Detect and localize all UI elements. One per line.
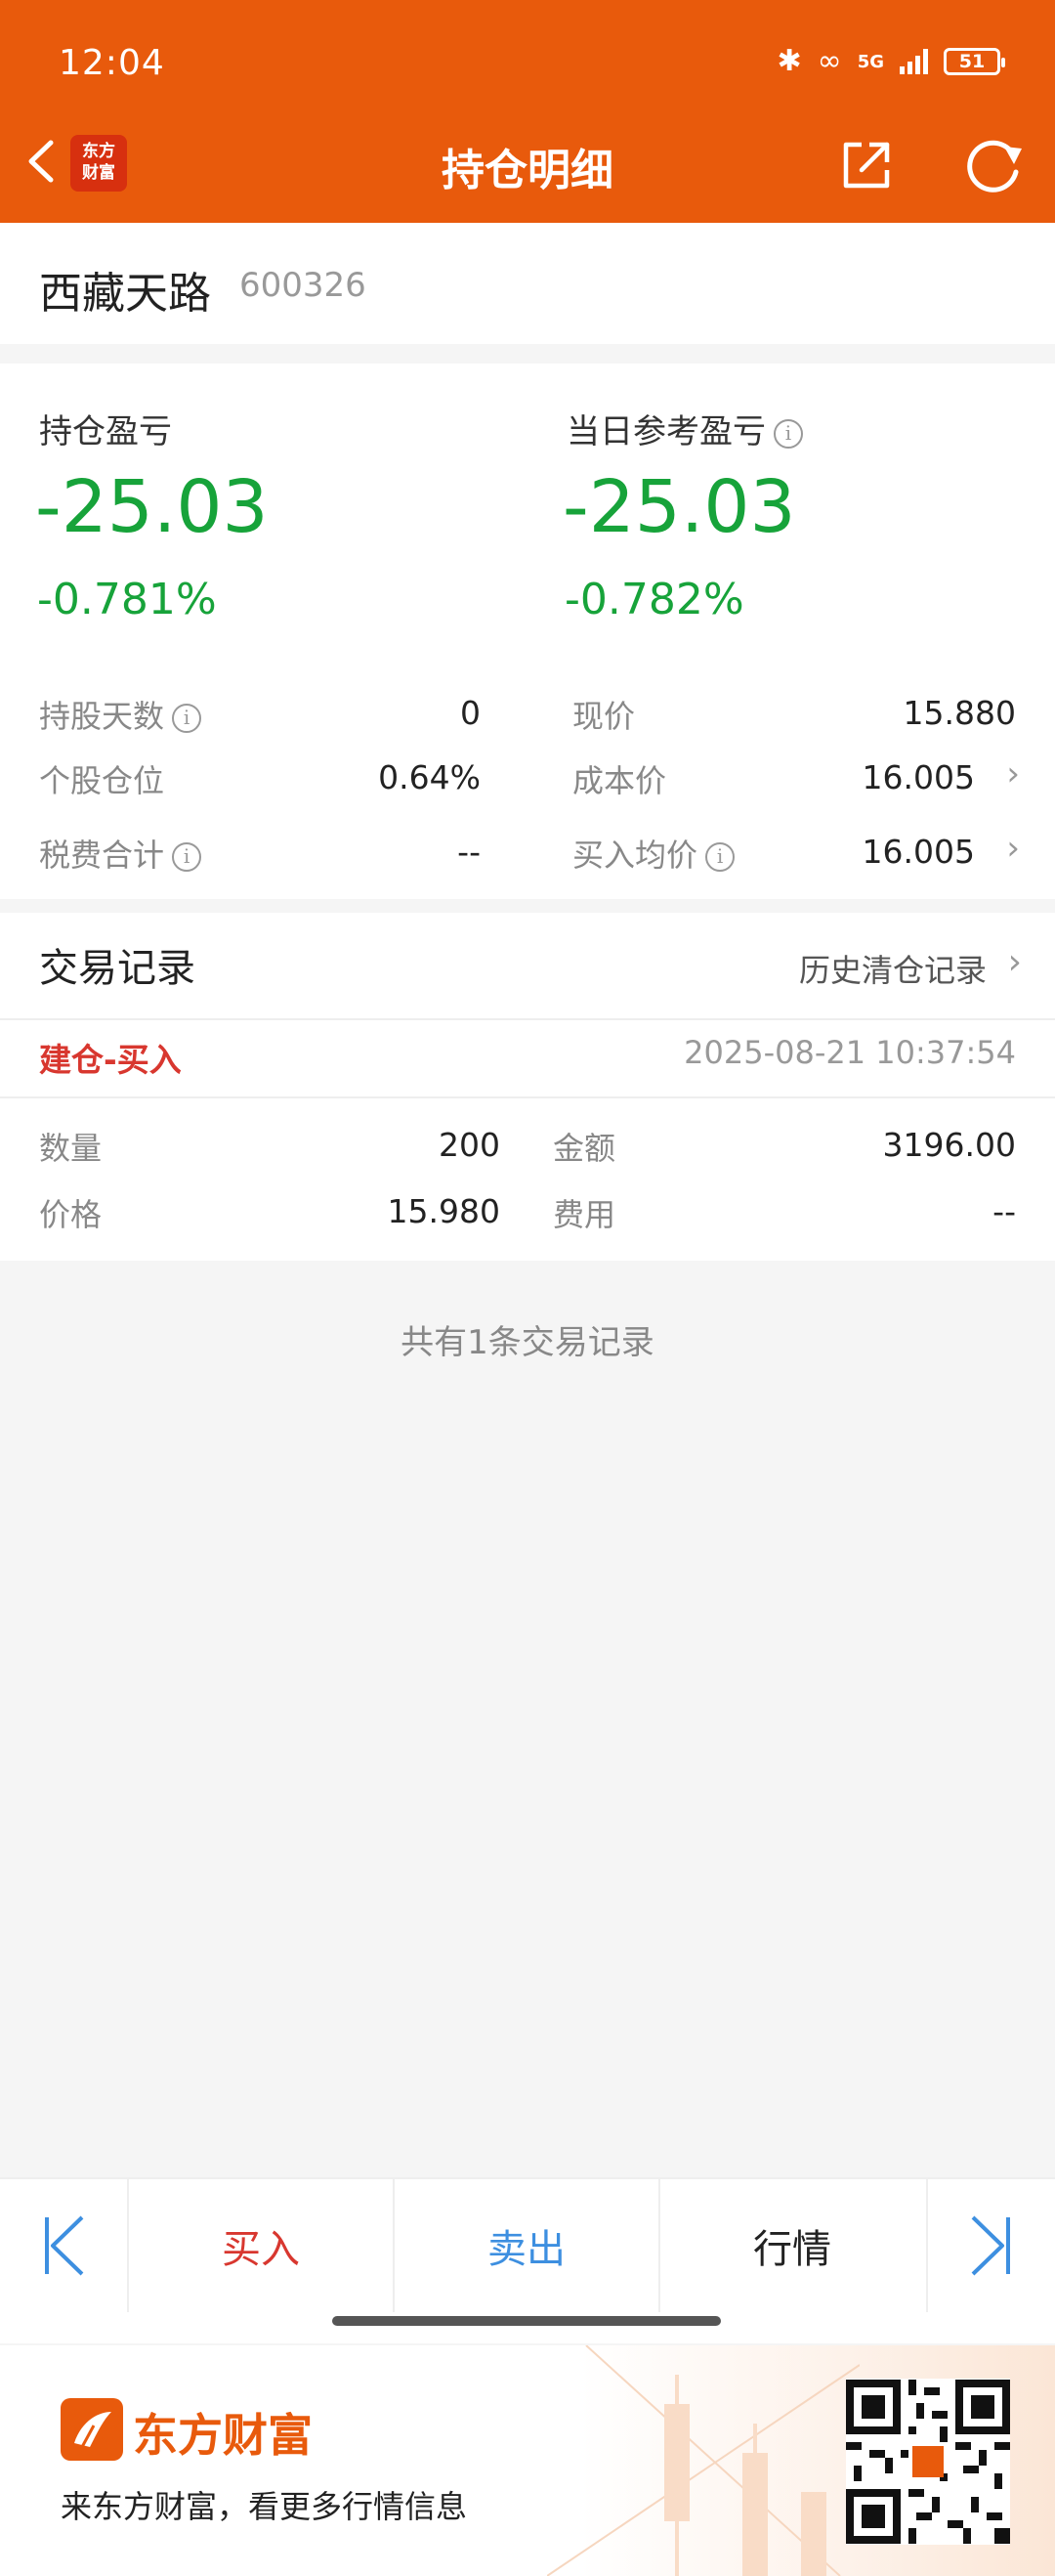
status-time: 12:04 [59, 43, 165, 83]
promo-banner[interactable]: 东方财富 来东方财富，看更多行情信息 [0, 2345, 1055, 2576]
cost-price-value[interactable]: 16.005 [863, 758, 975, 796]
pnl-card: 持仓盈亏 -25.03 -0.781% 当日参考盈亏 i -25.03 -0.78… [0, 364, 1055, 899]
daily-pnl-percent: -0.782% [565, 575, 744, 624]
current-price-value: 15.880 [903, 694, 1016, 732]
link-icon: ∞ [817, 44, 842, 78]
avg-buy-price-label: 买入均价 [572, 837, 698, 874]
ad-brand-name: 东方财富 [133, 2409, 313, 2462]
info-icon[interactable]: i [774, 418, 803, 449]
trade-amount-value: 3196.00 [882, 1126, 1016, 1164]
page-title: 持仓明细 [442, 146, 613, 195]
holding-pnl-value: -25.03 [35, 465, 269, 549]
cost-price-label: 成本价 [572, 762, 667, 799]
top-app-bar: 12:04 ✱ ∞ 5G 51 东方 财富 持仓明细 [0, 0, 1055, 223]
qr-code-icon [846, 2379, 1010, 2545]
position-ratio-label: 个股仓位 [39, 762, 165, 799]
trade-amount-label: 金额 [553, 1130, 616, 1167]
skip-last-icon [971, 2215, 1010, 2276]
daily-pnl-label: 当日参考盈亏 [567, 412, 766, 451]
holding-days-label: 持股天数 [39, 698, 165, 735]
holding-days-value: 0 [460, 694, 481, 732]
trade-time: 2025-08-21 10:37:54 [684, 1034, 1016, 1071]
current-price-label: 现价 [572, 698, 636, 735]
refresh-icon[interactable] [965, 137, 1026, 193]
history-clear-link[interactable]: 历史清仓记录 [799, 946, 987, 991]
info-icon[interactable]: i [172, 704, 202, 733]
status-icons: ✱ ∞ 5G 51 [777, 44, 1005, 78]
ad-slogan: 来东方财富，看更多行情信息 [61, 2488, 468, 2525]
avg-buy-price-value[interactable]: 16.005 [863, 833, 975, 871]
holding-pnl-label: 持仓盈亏 [39, 412, 172, 451]
trade-count-summary: 共有1条交易记录 [401, 1323, 654, 1362]
tax-total-label-wrap: 税费合计 i [39, 831, 202, 876]
stock-header: 西藏天路 600326 [0, 223, 1055, 344]
share-icon[interactable] [838, 137, 895, 193]
chevron-right-icon[interactable]: › [1006, 754, 1020, 794]
trade-price-label: 价格 [39, 1196, 103, 1233]
bluetooth-icon: ✱ [777, 44, 802, 78]
home-indicator[interactable] [332, 2316, 721, 2326]
quote-button[interactable]: 行情 [660, 2179, 924, 2312]
tax-total-label: 税费合计 [39, 837, 165, 874]
trade-qty-value: 200 [439, 1126, 500, 1164]
trade-type: 建仓-买入 [39, 1041, 182, 1079]
first-stock-button[interactable] [0, 2179, 127, 2312]
trade-qty-label: 数量 [39, 1130, 103, 1167]
stock-code: 600326 [239, 266, 366, 305]
holding-pnl-percent: -0.781% [37, 575, 217, 624]
info-icon[interactable]: i [705, 842, 736, 872]
tax-total-value: -- [457, 833, 481, 871]
position-ratio-value: 0.64% [378, 758, 481, 796]
trade-records-title: 交易记录 [39, 946, 195, 991]
avg-buy-price-label-wrap: 买入均价 i [572, 831, 736, 876]
trade-fee-value: -- [992, 1192, 1016, 1230]
holding-days-label-wrap: 持股天数 i [39, 692, 202, 737]
network-label: 5G [857, 51, 884, 72]
skip-first-icon [45, 2215, 84, 2276]
sell-button[interactable]: 卖出 [395, 2179, 658, 2312]
trade-records-card: 交易记录 历史清仓记录 › 建仓-买入 2025-08-21 10:37:54 … [0, 913, 1055, 1261]
trade-price-value: 15.980 [387, 1192, 500, 1230]
candlestick-decor [547, 2345, 860, 2576]
signal-icon [900, 49, 928, 74]
info-icon[interactable]: i [172, 842, 202, 872]
eastmoney-logo [61, 2398, 123, 2461]
divider [0, 1018, 1055, 1020]
chevron-right-icon[interactable]: › [1006, 829, 1020, 868]
last-stock-button[interactable] [928, 2179, 1055, 2312]
battery-icon: 51 [944, 48, 1005, 75]
daily-pnl-label-wrap: 当日参考盈亏 i [567, 405, 803, 452]
buy-button[interactable]: 买入 [129, 2179, 393, 2312]
trade-fee-label: 费用 [553, 1196, 616, 1233]
stock-name: 西藏天路 [39, 269, 211, 319]
daily-pnl-value: -25.03 [563, 465, 796, 549]
divider [0, 1096, 1055, 1098]
chevron-right-icon[interactable]: › [1008, 942, 1022, 982]
